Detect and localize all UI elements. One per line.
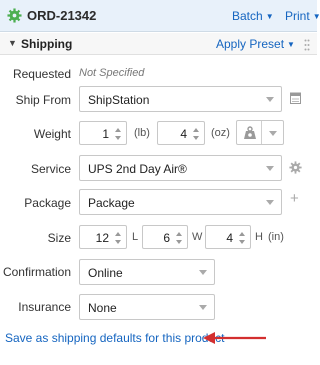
apply-preset-label: Apply Preset xyxy=(216,37,285,51)
order-id: ORD-21342 xyxy=(27,8,97,23)
save-shipping-defaults-link[interactable]: Save as shipping defaults for this produ… xyxy=(5,331,224,345)
chevron-down-icon xyxy=(199,270,207,275)
package-select[interactable]: Package xyxy=(79,189,282,215)
service-value: UPS 2nd Day Air® xyxy=(88,162,187,176)
size-length-input[interactable]: 12 xyxy=(79,225,127,249)
annotation-arrow-icon xyxy=(203,332,266,344)
weight-oz-input[interactable]: 4 xyxy=(157,121,205,145)
chevron-down-icon xyxy=(266,200,274,205)
section-title: Shipping xyxy=(21,37,73,51)
size-length-unit: L xyxy=(132,231,139,243)
package-value: Package xyxy=(88,196,135,210)
stepper-icon[interactable] xyxy=(192,126,200,142)
print-label: Print xyxy=(285,9,310,23)
weight-label: Weight xyxy=(33,127,71,141)
insurance-select[interactable]: None xyxy=(79,294,215,320)
chevron-down-icon: ▼ xyxy=(265,12,274,21)
chevron-down-icon: ▼ xyxy=(312,12,320,21)
apply-preset-button[interactable]: Apply Preset ▼ xyxy=(216,37,295,51)
drag-handle-icon[interactable] xyxy=(304,39,310,51)
weight-oz-unit: (oz) xyxy=(211,127,230,139)
size-height-unit: H xyxy=(255,231,263,243)
weight-lb-unit: (lb) xyxy=(134,127,150,139)
add-icon[interactable]: + xyxy=(290,191,299,206)
insurance-label: Insurance xyxy=(18,300,71,314)
weight-lb-input[interactable]: 1 xyxy=(79,121,127,145)
confirmation-select[interactable]: Online xyxy=(79,259,215,285)
gear-icon xyxy=(7,8,22,23)
batch-menu-button[interactable]: Batch ▼ xyxy=(232,9,274,23)
stepper-icon[interactable] xyxy=(175,230,183,246)
size-width-value: 6 xyxy=(163,231,170,245)
calendar-icon[interactable] xyxy=(290,92,301,104)
confirmation-value: Online xyxy=(88,266,123,280)
package-label: Package xyxy=(24,196,71,210)
batch-label: Batch xyxy=(232,9,263,23)
service-select[interactable]: UPS 2nd Day Air® xyxy=(79,155,282,181)
weight-lb-value: 1 xyxy=(102,127,109,141)
insurance-value: None xyxy=(88,301,117,315)
scale-icon xyxy=(244,126,256,139)
size-height-value: 4 xyxy=(226,231,233,245)
size-units: (in) xyxy=(268,231,284,243)
chevron-down-icon xyxy=(269,131,277,136)
service-label: Service xyxy=(30,162,71,176)
ship-from-value: ShipStation xyxy=(88,93,150,107)
size-width-input[interactable]: 6 xyxy=(142,225,188,249)
requested-value: Not Specified xyxy=(79,67,145,79)
stepper-icon[interactable] xyxy=(114,126,122,142)
confirmation-label: Confirmation xyxy=(2,265,71,279)
stepper-icon[interactable] xyxy=(238,230,246,246)
ship-from-label: Ship From xyxy=(15,93,71,107)
shipping-section-header: ▼ Shipping Apply Preset ▼ xyxy=(0,33,317,55)
order-header-bar: ORD-21342 Batch ▼ Print ▼ xyxy=(0,0,320,32)
size-length-value: 12 xyxy=(95,231,109,245)
settings-gear-icon[interactable] xyxy=(289,161,302,174)
print-menu-button[interactable]: Print ▼ xyxy=(285,9,320,23)
collapse-chevron-icon[interactable]: ▼ xyxy=(8,38,17,48)
requested-label: Requested xyxy=(12,67,71,81)
size-height-input[interactable]: 4 xyxy=(205,225,251,249)
chevron-down-icon xyxy=(199,305,207,310)
chevron-down-icon: ▼ xyxy=(287,40,295,49)
weight-oz-value: 4 xyxy=(180,127,187,141)
scale-button[interactable] xyxy=(236,120,284,145)
chevron-down-icon xyxy=(266,166,274,171)
ship-from-select[interactable]: ShipStation xyxy=(79,86,282,112)
size-width-unit: W xyxy=(192,231,203,243)
stepper-icon[interactable] xyxy=(114,230,122,246)
chevron-down-icon xyxy=(266,97,274,102)
size-label: Size xyxy=(47,231,71,245)
divider xyxy=(261,121,262,144)
